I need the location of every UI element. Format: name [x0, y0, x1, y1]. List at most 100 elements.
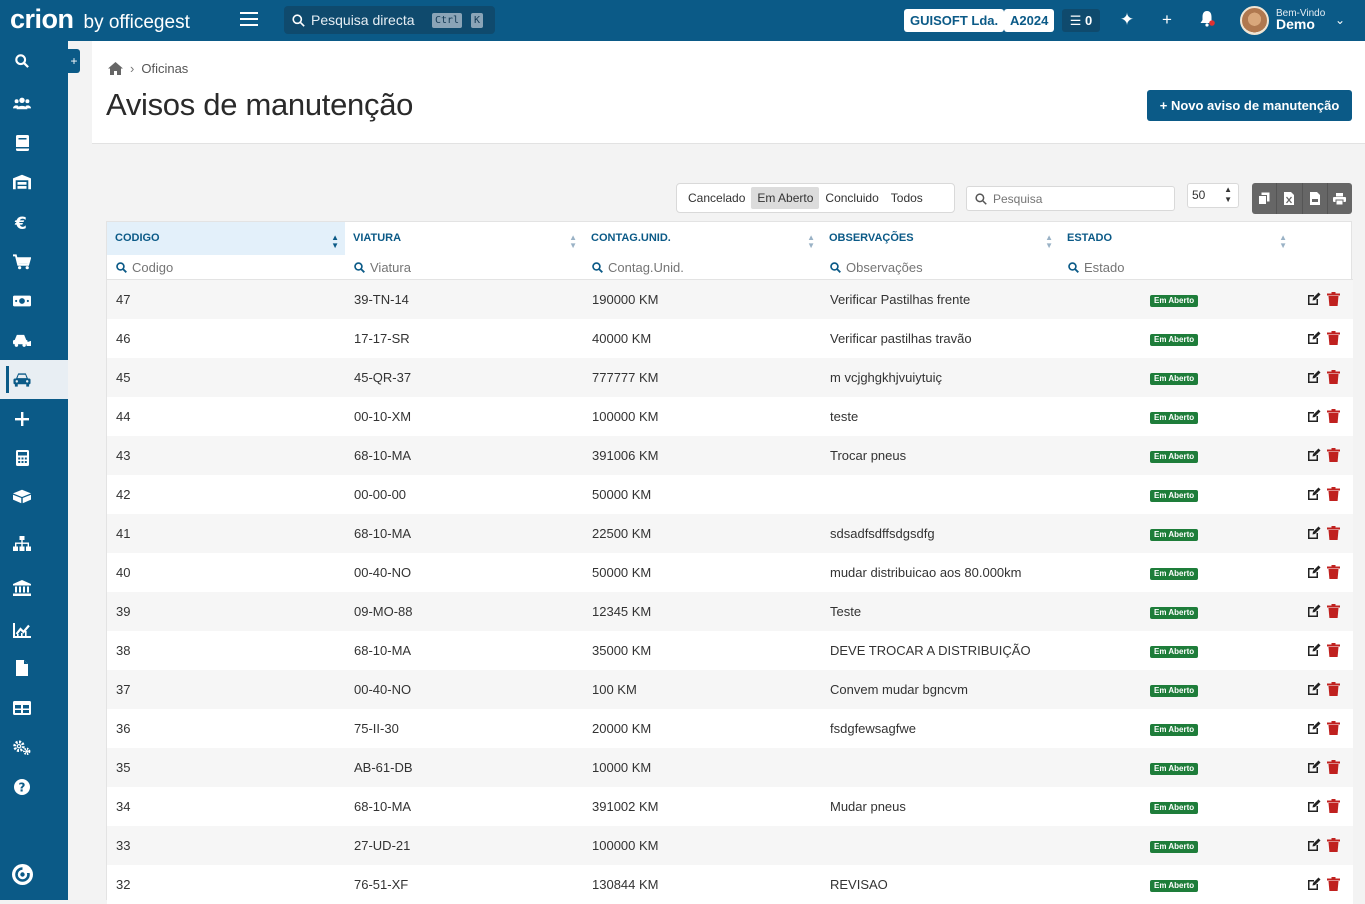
column-filter-input[interactable] [370, 259, 550, 275]
table-row[interactable]: 32 76-51-XF 130844 KM REVISAO Em Aberto [107, 865, 1353, 904]
column-filter-input[interactable] [1084, 259, 1264, 275]
edit-icon[interactable] [1307, 760, 1321, 774]
filter-cancelado[interactable]: Cancelado [682, 187, 751, 209]
sidebar-item-plus[interactable] [0, 399, 68, 438]
sidebar-item-help[interactable]: ? [0, 767, 68, 806]
edit-icon[interactable] [1307, 721, 1321, 735]
export-pdf-button[interactable] [1303, 183, 1328, 214]
table-row[interactable]: 39 09-MO-88 12345 KM Teste Em Aberto [107, 592, 1353, 631]
table-row[interactable]: 43 68-10-MA 391006 KM Trocar pneus Em Aberto [107, 436, 1353, 475]
breadcrumb-section[interactable]: Oficinas [141, 61, 188, 76]
sidebar-item-car-wash[interactable] [0, 320, 68, 359]
table-row[interactable]: 45 45-QR-37 777777 KM m vcjghgkhjvuiytuiç Em… [107, 358, 1353, 397]
chevron-down-icon[interactable]: ⌄ [1330, 10, 1350, 30]
table-row[interactable]: 33 27-UD-21 100000 KM Em Aberto [107, 826, 1353, 865]
table-row[interactable]: 36 75-II-30 20000 KM fsdgfewsagfwe Em Aberto [107, 709, 1353, 748]
sidebar-item-cogs[interactable] [0, 728, 68, 767]
sidebar-item-calculator[interactable] [0, 438, 68, 477]
trash-icon[interactable] [1327, 292, 1340, 306]
page-size-select[interactable]: 50 ▲ ▼ [1187, 183, 1239, 208]
edit-icon[interactable] [1307, 838, 1321, 852]
table-row[interactable]: 34 68-10-MA 391002 KM Mudar pneus Em Aberto [107, 787, 1353, 826]
copy-button[interactable] [1252, 183, 1278, 214]
sidebar-item-money[interactable] [0, 281, 68, 320]
table-row[interactable]: 40 00-40-NO 50000 KM mudar distribuicao aos… [107, 553, 1353, 592]
edit-icon[interactable] [1307, 370, 1321, 384]
column-header-1[interactable]: VIATURA ▲ ▼ [345, 222, 583, 255]
table-search[interactable] [966, 186, 1175, 211]
trash-icon[interactable] [1327, 448, 1340, 462]
filter-concluido[interactable]: Concluido [819, 187, 884, 209]
edit-icon[interactable] [1307, 331, 1321, 345]
new-maintenance-button[interactable]: + Novo aviso de manutenção [1147, 90, 1352, 121]
year-selector[interactable]: A2024 [1004, 9, 1055, 32]
table-search-input[interactable] [993, 191, 1163, 206]
sidebar-item-search[interactable] [0, 41, 68, 80]
sidebar-item-chart[interactable] [0, 611, 68, 650]
filter-todos[interactable]: Todos [885, 187, 929, 209]
table-row[interactable]: 44 00-10-XM 100000 KM teste Em Aberto [107, 397, 1353, 436]
edit-icon[interactable] [1307, 526, 1321, 540]
sidebar-item-users[interactable] [0, 83, 68, 122]
trash-icon[interactable] [1327, 682, 1340, 696]
sidebar-item-file[interactable] [0, 648, 68, 687]
table-row[interactable]: 46 17-17-SR 40000 KM Verificar pastilhas tr… [107, 319, 1353, 358]
column-header-4[interactable]: ESTADO ▲ ▼ [1059, 222, 1293, 255]
table-row[interactable]: 37 00-40-NO 100 KM Convem mudar bgncvm Em Ab… [107, 670, 1353, 709]
sidebar-item-euro[interactable]: € [0, 203, 68, 242]
filter-em-aberto[interactable]: Em Aberto [751, 187, 820, 209]
sidebar-item-sitemap[interactable] [0, 524, 68, 563]
edit-icon[interactable] [1307, 448, 1321, 462]
trash-icon[interactable] [1327, 331, 1340, 345]
quick-add-icon[interactable]: + [1157, 10, 1177, 30]
sidebar-item-boxes[interactable] [0, 477, 68, 516]
notifications-bell-icon[interactable] [1197, 10, 1217, 30]
trash-icon[interactable] [1327, 526, 1340, 540]
officegest-logo-icon[interactable] [12, 864, 33, 885]
ai-sparkle-icon[interactable]: ✦ [1117, 10, 1137, 30]
user-menu[interactable]: Bem-Vindo Demo [1276, 8, 1325, 31]
edit-icon[interactable] [1307, 487, 1321, 501]
trash-icon[interactable] [1327, 643, 1340, 657]
sidebar-item-table[interactable] [0, 688, 68, 727]
trash-icon[interactable] [1327, 604, 1340, 618]
tasks-counter[interactable]: ☰ 0 [1062, 9, 1100, 32]
table-row[interactable]: 47 39-TN-14 190000 KM Verificar Pastilhas f… [107, 280, 1353, 319]
trash-icon[interactable] [1327, 409, 1340, 423]
app-logo[interactable]: crion by officegest [10, 4, 190, 35]
edit-icon[interactable] [1307, 292, 1321, 306]
edit-icon[interactable] [1307, 643, 1321, 657]
column-filter-input[interactable] [608, 259, 788, 275]
global-search[interactable]: Pesquisa directa Ctrl K [284, 6, 495, 34]
trash-icon[interactable] [1327, 565, 1340, 579]
home-icon[interactable] [108, 62, 123, 75]
sidebar-item-bank[interactable] [0, 568, 68, 607]
column-header-2[interactable]: CONTAG.UNID. ▲ ▼ [583, 222, 821, 255]
print-button[interactable] [1328, 183, 1352, 214]
company-selector[interactable]: GUISOFT Lda. [904, 9, 1005, 32]
edit-icon[interactable] [1307, 604, 1321, 618]
trash-icon[interactable] [1327, 799, 1340, 813]
column-header-3[interactable]: OBSERVAÇÕES ▲ ▼ [821, 222, 1059, 255]
user-avatar[interactable] [1240, 6, 1269, 35]
sidebar-expand-button[interactable]: + [68, 49, 80, 73]
column-filter-input[interactable] [132, 259, 312, 275]
table-row[interactable]: 42 00-00-00 50000 KM Em Aberto [107, 475, 1353, 514]
menu-toggle-icon[interactable] [240, 12, 258, 28]
trash-icon[interactable] [1327, 760, 1340, 774]
table-row[interactable]: 41 68-10-MA 22500 KM sdsadfsdffsdgsdfg Em Ab… [107, 514, 1353, 553]
table-row[interactable]: 35 AB-61-DB 10000 KM Em Aberto [107, 748, 1353, 787]
sidebar-item-warehouse[interactable] [0, 162, 68, 201]
export-excel-button[interactable] [1277, 183, 1303, 214]
table-row[interactable]: 38 68-10-MA 35000 KM DEVE TROCAR A DISTRIBU… [107, 631, 1353, 670]
edit-icon[interactable] [1307, 877, 1321, 891]
sidebar-item-cart[interactable] [0, 242, 68, 281]
sidebar-item-book[interactable] [0, 123, 68, 162]
trash-icon[interactable] [1327, 487, 1340, 501]
trash-icon[interactable] [1327, 370, 1340, 384]
edit-icon[interactable] [1307, 565, 1321, 579]
trash-icon[interactable] [1327, 838, 1340, 852]
edit-icon[interactable] [1307, 799, 1321, 813]
edit-icon[interactable] [1307, 682, 1321, 696]
column-filter-input[interactable] [846, 259, 1026, 275]
